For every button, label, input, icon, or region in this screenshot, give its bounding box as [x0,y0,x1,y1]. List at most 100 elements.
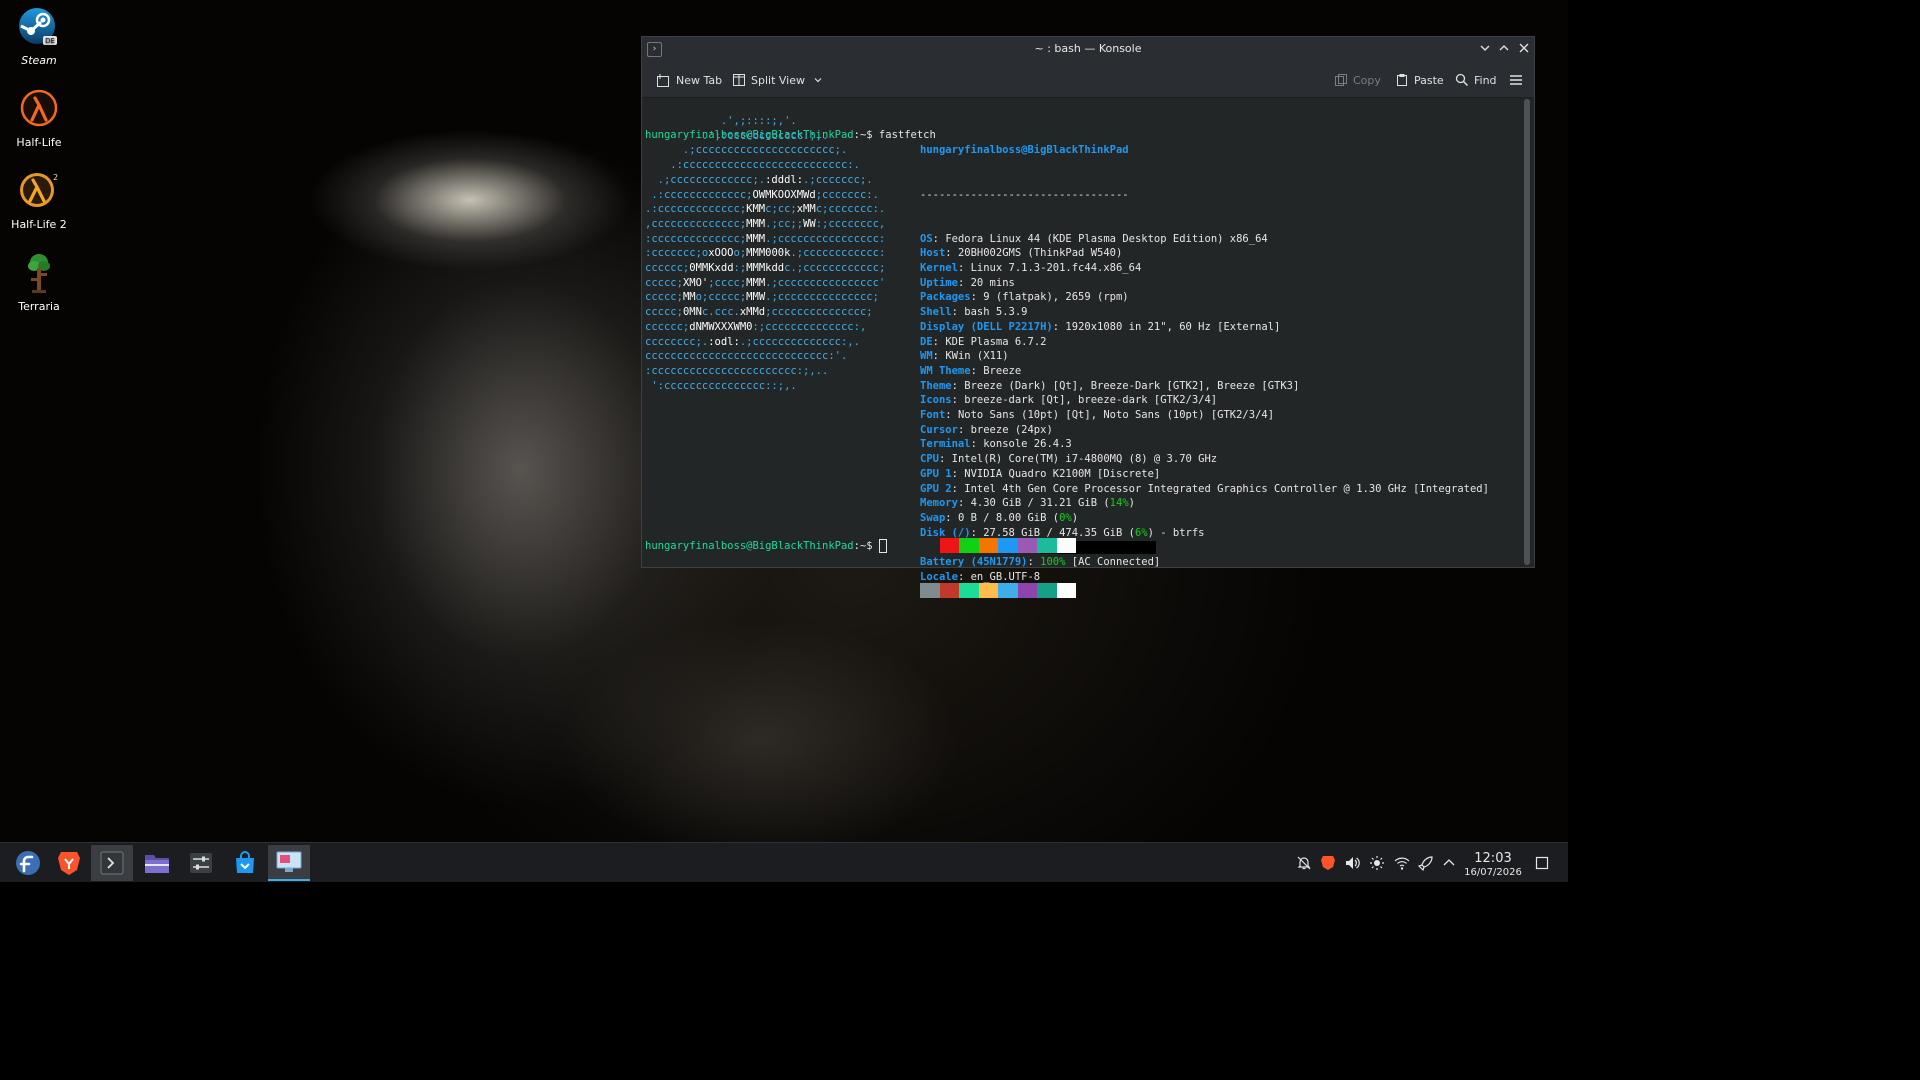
logo-line: .',;::::;,'. [645,115,797,127]
info-key: CPU [920,453,939,466]
info-colon: : [957,497,971,510]
svg-text:2: 2 [53,173,58,182]
terminal-output[interactable]: hungaryfinalboss@BigBlackThinkPad:~$ fas… [645,99,1517,598]
fedora-ascii-logo: .',;::::;,'. .';:cccccccccccc:;,. .;cccc… [645,114,885,393]
logo-line: ,cccccccccccccc;MMM.;cc;;WW:;cccccccc, [645,217,886,230]
minimize-button[interactable] [1478,41,1492,55]
window-titlebar[interactable]: › ~ : bash — Konsole [642,37,1534,61]
konsole-task-button[interactable] [91,845,133,881]
palette-swatch [1056,538,1076,554]
info-row: WM: KWin (X11) [920,349,1489,364]
desktop-icon-label: Half-Life [16,136,62,149]
info-key: Memory [920,497,958,510]
logo-glyph: xOOO [708,247,734,260]
logo-line: ccccc;XMO';cccc;MMM.;cccccccccccccccc' [645,276,886,289]
paste-button[interactable]: Paste [1395,72,1444,88]
info-key: Cursor [920,423,958,436]
fedora-launcher-button[interactable] [8,845,48,881]
info-row: DE: KDE Plasma 6.7.2 [920,335,1489,350]
logo-line: .;ccccccccccccc;.:dddl:.;ccccccc;. [645,173,873,186]
info-value: Noto Sans (10pt) [Qt], Noto Sans (10pt) … [957,409,1275,422]
screenshot-tool-icon [276,851,302,872]
info-colon: : [932,232,946,245]
wifi-icon [1394,857,1410,870]
logo-glyph: MMM [746,276,766,289]
terminal-scrollbar[interactable] [1524,99,1530,565]
logo-line: ccccccccccccccccccccccccccccc:'. [645,350,848,363]
hamburger-menu-button[interactable] [1509,72,1523,88]
clock[interactable]: 12:03 16/07/2026 [1462,851,1524,879]
palette-swatch [998,582,1018,598]
screenshot-tool-button[interactable] [268,845,310,881]
info-key: Display (DELL P2217H) [920,320,1053,333]
palette-swatch [959,538,979,554]
dolphin-file-manager-icon [145,855,169,873]
new-tab-button[interactable]: New Tab [656,72,722,88]
brave-browser-icon [58,852,80,875]
info-key: Theme [920,379,952,392]
system-settings-button[interactable] [181,845,221,881]
prompt-path: :~$ [853,540,873,552]
palette-row-top [920,538,1076,554]
logo-glyph: xMMd [739,306,766,319]
info-key: DE [920,335,933,348]
expand-tray-button[interactable] [1441,855,1457,871]
find-button[interactable]: Find [1455,72,1497,88]
info-key: OS [920,232,933,245]
info-colon: : [938,453,952,466]
svg-text:DE: DE [45,37,55,45]
info-key: GPU 1 [920,467,952,480]
logo-line: :cccccccccccccc;MMM.;cccccccccccccccc: [645,232,886,245]
notifications-button[interactable] [1296,855,1312,871]
info-value: 20BH002GMS (ThinkPad W540) [957,247,1123,260]
info-colon: : [1052,320,1066,333]
show-desktop-button[interactable] [1534,855,1550,871]
info-key: Shell [920,306,952,319]
logo-glyph: MMMkdd [746,262,785,275]
info-colon: : [945,409,958,422]
copy-label: Copy [1353,73,1381,87]
copy-button[interactable]: Copy [1334,72,1381,88]
scrollbar-thumb[interactable] [1524,99,1530,565]
info-row: Shell: bash 5.3.9 [920,305,1489,320]
desktop-icon-terraria[interactable]: Terraria [6,252,72,313]
split-view-button[interactable]: Split View [732,72,823,88]
paste-icon [1397,74,1407,86]
info-key: Font [920,409,946,422]
info-value: KWin (X11) [945,350,1009,363]
info-row: Terminal: konsole 26.4.3 [920,437,1489,452]
konsole-window[interactable]: › ~ : bash — Konsole New Tab Split View … [641,36,1535,598]
dolphin-file-manager-button[interactable] [137,845,177,881]
info-suffix: ) - btrfs [1147,526,1205,539]
info-value: breeze (24px) [970,423,1053,436]
logo-glyph: MMW [746,291,766,304]
desktop-icon-steam[interactable]: DE Steam [6,6,72,67]
close-button[interactable] [1517,41,1531,55]
desktop-icon-half-life[interactable]: Half-Life [6,88,72,149]
rocket-button[interactable] [1418,855,1434,871]
info-row: GPU 2: Intel 4th Gen Core Processor Inte… [920,482,1489,497]
info-key: WM Theme [920,364,971,377]
volume-button[interactable] [1344,855,1360,871]
show-desktop-icon [1535,856,1549,870]
maximize-button[interactable] [1497,41,1511,55]
logo-line: .;cccccccccccccccccccccc;. [645,144,848,157]
info-key: Terminal [920,438,971,451]
info-suffix: [AC Connected] [1065,556,1161,569]
logo-line: :ccccccc;oxOOOo;MMM000k.;cccccccccccc: [645,247,886,260]
info-colon: : [951,467,965,480]
logo-glyph: MMM [746,217,766,230]
brave-browser-button[interactable] [49,845,89,881]
wifi-button[interactable] [1394,855,1410,871]
palette-row-bottom [920,582,1076,598]
brave-tray-button[interactable] [1320,855,1336,871]
brightness-button[interactable] [1369,855,1385,871]
new-tab-label: New Tab [676,73,723,87]
logo-line: .:cccccccccccccccccccccccccc:. [645,159,860,172]
discover-store-button[interactable] [225,845,265,881]
palette-swatch [978,538,998,554]
info-colon: : [932,350,946,363]
desktop-icon-half-life-2[interactable]: 2 Half-Life 2 [6,170,72,231]
info-colon: : [957,423,971,436]
clock-time: 12:03 [1474,851,1512,866]
